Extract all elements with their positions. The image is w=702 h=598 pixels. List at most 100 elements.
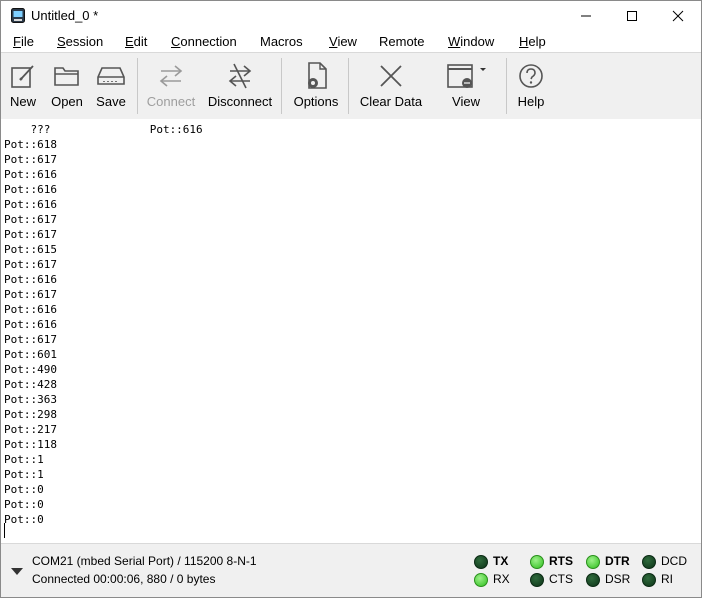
- terminal-line: Pot::617: [4, 288, 57, 301]
- clear-data-label: Clear Data: [359, 94, 423, 109]
- title-bar: Untitled_0 *: [1, 1, 701, 31]
- app-icon: [11, 8, 25, 23]
- terminal-line: Pot::0: [4, 513, 44, 526]
- toolbar: New Open Save Connect Disconnect Options…: [1, 52, 701, 120]
- connect-label: Connect: [146, 94, 196, 109]
- terminal-line: Pot::118: [4, 438, 57, 451]
- terminal-line: Pot::616: [4, 273, 57, 286]
- rts-led-indicator: [530, 555, 544, 569]
- help-button[interactable]: Help: [513, 53, 549, 119]
- terminal-line: Pot::0: [4, 498, 44, 511]
- view-label: View: [452, 94, 480, 109]
- help-question-icon: [519, 64, 543, 88]
- open-folder-icon: [54, 67, 79, 86]
- terminal-line: Pot::1: [4, 468, 44, 481]
- new-document-icon: [11, 65, 34, 88]
- menu-edit[interactable]: Edit: [125, 34, 147, 49]
- dcd-label: DCD: [661, 554, 687, 568]
- terminal-line: Pot::617: [4, 228, 57, 241]
- connect-button[interactable]: Connect: [144, 53, 198, 119]
- terminal-line: Pot::616: [4, 168, 57, 181]
- save-button[interactable]: Save: [93, 53, 129, 119]
- tx-label: TX: [493, 554, 509, 568]
- rx-led-indicator: [474, 573, 488, 587]
- dtr-led-indicator: [586, 555, 600, 569]
- terminal-line: Pot::616: [4, 303, 57, 316]
- menu-file[interactable]: File: [13, 34, 34, 49]
- clear-data-button[interactable]: Clear Data: [358, 53, 424, 119]
- toolbar-separator: [137, 58, 138, 114]
- terminal-line: Pot::217: [4, 423, 57, 436]
- maximize-button[interactable]: [609, 1, 655, 31]
- ri-label: RI: [661, 572, 673, 586]
- app-window: Untitled_0 * File Session Edit Connectio…: [0, 0, 702, 598]
- new-button[interactable]: New: [5, 53, 41, 119]
- dsr-led-indicator: [586, 573, 600, 587]
- menu-remote[interactable]: Remote: [379, 34, 425, 49]
- disconnect-arrows-icon: [228, 63, 252, 89]
- toolbar-separator: [348, 58, 349, 114]
- terminal-line: Pot::618: [4, 138, 57, 151]
- menu-help[interactable]: Help: [519, 34, 546, 49]
- terminal-output[interactable]: ??? Pot::616 Pot::618 Pot::617 Pot::616 Pot:…: [1, 119, 701, 543]
- disconnect-button[interactable]: Disconnect: [206, 53, 274, 119]
- ri-led-indicator: [642, 573, 656, 587]
- terminal-line: Pot::617: [4, 213, 57, 226]
- rts-label: RTS: [549, 554, 573, 568]
- open-label: Open: [51, 94, 83, 109]
- terminal-line: Pot::490: [4, 363, 57, 376]
- terminal-line: ??? Pot::616: [4, 123, 203, 136]
- cts-led-indicator: [530, 573, 544, 587]
- minimize-button[interactable]: [563, 1, 609, 31]
- terminal-line: Pot::616: [4, 183, 57, 196]
- new-label: New: [9, 94, 36, 109]
- window-title: Untitled_0 *: [31, 8, 99, 23]
- terminal-line: Pot::617: [4, 333, 57, 346]
- expand-arrow-icon[interactable]: [11, 568, 23, 575]
- options-button[interactable]: Options: [291, 53, 341, 119]
- save-label: Save: [96, 94, 126, 109]
- menu-view[interactable]: View: [329, 34, 357, 49]
- options-label: Options: [293, 94, 339, 109]
- minimize-icon: [581, 15, 591, 17]
- help-label: Help: [517, 94, 545, 109]
- open-button[interactable]: Open: [48, 53, 86, 119]
- menu-session[interactable]: Session: [57, 34, 103, 49]
- terminal-line: Pot::601: [4, 348, 57, 361]
- cts-label: CTS: [549, 572, 573, 586]
- maximize-icon: [627, 11, 637, 21]
- terminal-line: Pot::298: [4, 408, 57, 421]
- menu-window[interactable]: Window: [448, 34, 494, 49]
- dtr-label: DTR: [605, 554, 630, 568]
- disconnect-label: Disconnect: [207, 94, 273, 109]
- rx-label: RX: [493, 572, 510, 586]
- save-disk-icon: [97, 67, 125, 85]
- options-gear-document-icon: [308, 62, 327, 89]
- terminal-line: Pot::617: [4, 258, 57, 271]
- dcd-led-indicator: [642, 555, 656, 569]
- terminal-line: Pot::616: [4, 198, 57, 211]
- dsr-label: DSR: [605, 572, 631, 586]
- terminal-line: Pot::617: [4, 153, 57, 166]
- clear-x-icon: [380, 65, 402, 87]
- status-bar: COM21 (mbed Serial Port) / 115200 8-N-1 …: [1, 543, 701, 597]
- connection-status-text: Connected 00:00:06, 880 / 0 bytes: [32, 572, 216, 586]
- menu-connection[interactable]: Connection: [171, 34, 237, 49]
- toolbar-separator: [506, 58, 507, 114]
- tx-led-indicator: [474, 555, 488, 569]
- terminal-line: Pot::0: [4, 483, 44, 496]
- view-window-icon: [447, 64, 486, 88]
- toolbar-separator: [281, 58, 282, 114]
- close-button[interactable]: [655, 1, 701, 31]
- connect-arrows-icon: [159, 65, 183, 87]
- menu-macros[interactable]: Macros: [260, 34, 303, 49]
- terminal-line: Pot::616: [4, 318, 57, 331]
- terminal-line: Pot::615: [4, 243, 57, 256]
- close-icon: [672, 10, 684, 22]
- terminal-line: Pot::363: [4, 393, 57, 406]
- port-settings-text: COM21 (mbed Serial Port) / 115200 8-N-1: [32, 554, 257, 568]
- terminal-line: Pot::1: [4, 453, 44, 466]
- menu-bar: File Session Edit Connection Macros View…: [1, 31, 701, 52]
- view-button[interactable]: View: [441, 53, 491, 119]
- chevron-down-icon: [480, 68, 486, 71]
